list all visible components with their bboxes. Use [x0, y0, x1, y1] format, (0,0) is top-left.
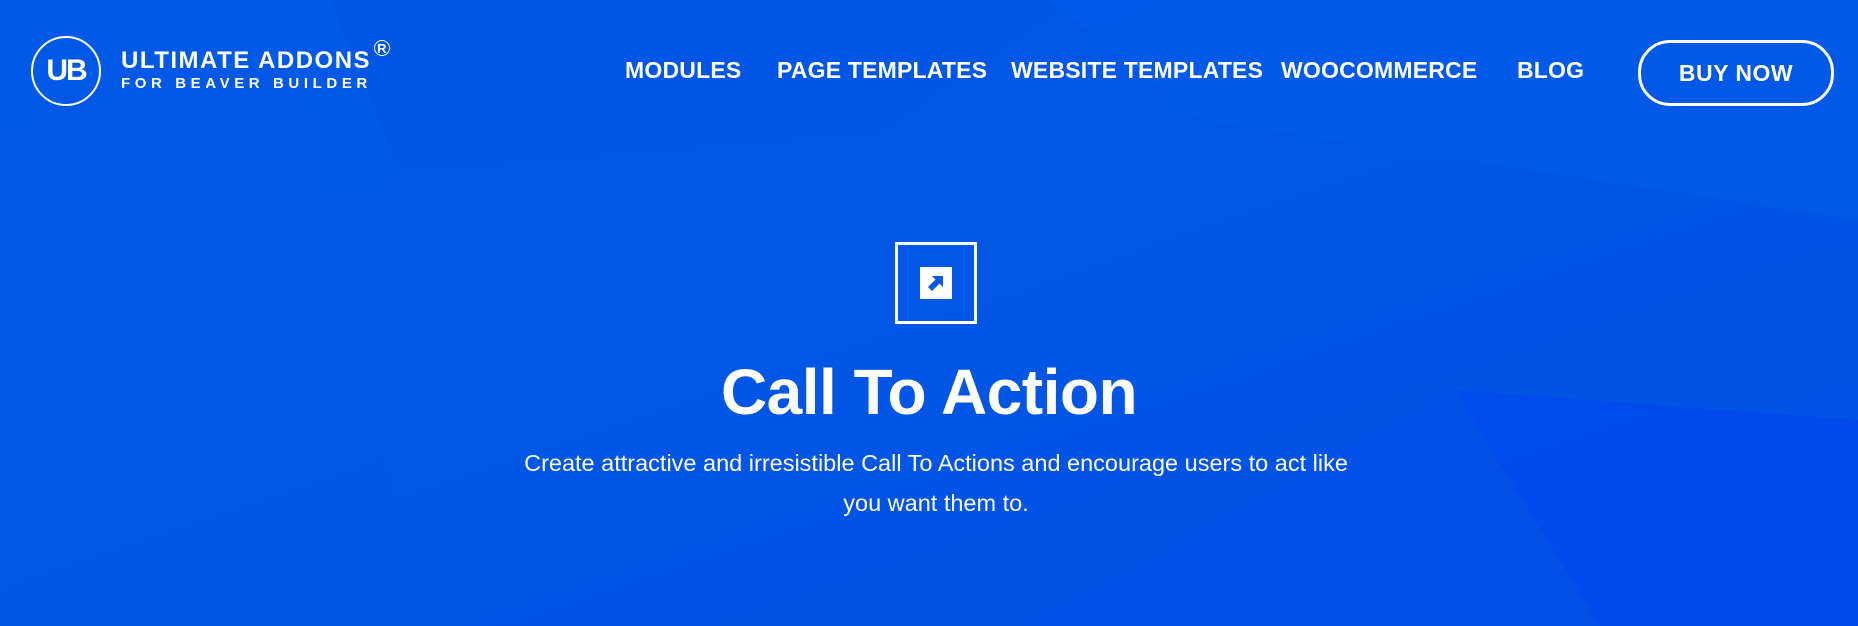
logo-title: ULTIMATE ADDONS [121, 47, 372, 74]
site-header: UB ULTIMATE ADDONS FOR BEAVER BUILDER R … [0, 0, 1858, 140]
page-title: Call To Action [720, 356, 1138, 428]
logo[interactable]: UB ULTIMATE ADDONS FOR BEAVER BUILDER R [31, 34, 390, 108]
registered-mark-icon: R [373, 40, 390, 56]
buy-now-button[interactable]: BUY NOW [1638, 40, 1834, 106]
nav-item-modules[interactable]: MODULES [625, 57, 741, 84]
page-description: Create attractive and irresistible Call … [524, 450, 1348, 516]
nav-item-woocommerce[interactable]: WOOCOMMERCE [1281, 57, 1477, 84]
nav-item-website-templates[interactable]: WEBSITE TEMPLATES [1011, 57, 1263, 84]
logo-wordmark: ULTIMATE ADDONS FOR BEAVER BUILDER R [121, 40, 390, 94]
nav-item-page-templates[interactable]: PAGE TEMPLATES [777, 57, 987, 84]
logo-monogram: UB [31, 36, 101, 106]
external-link-arrow-icon [920, 267, 952, 299]
nav-item-blog[interactable]: BLOG [1517, 57, 1584, 84]
logo-subtitle: FOR BEAVER BUILDER [121, 75, 372, 92]
call-to-action-icon [895, 242, 977, 324]
